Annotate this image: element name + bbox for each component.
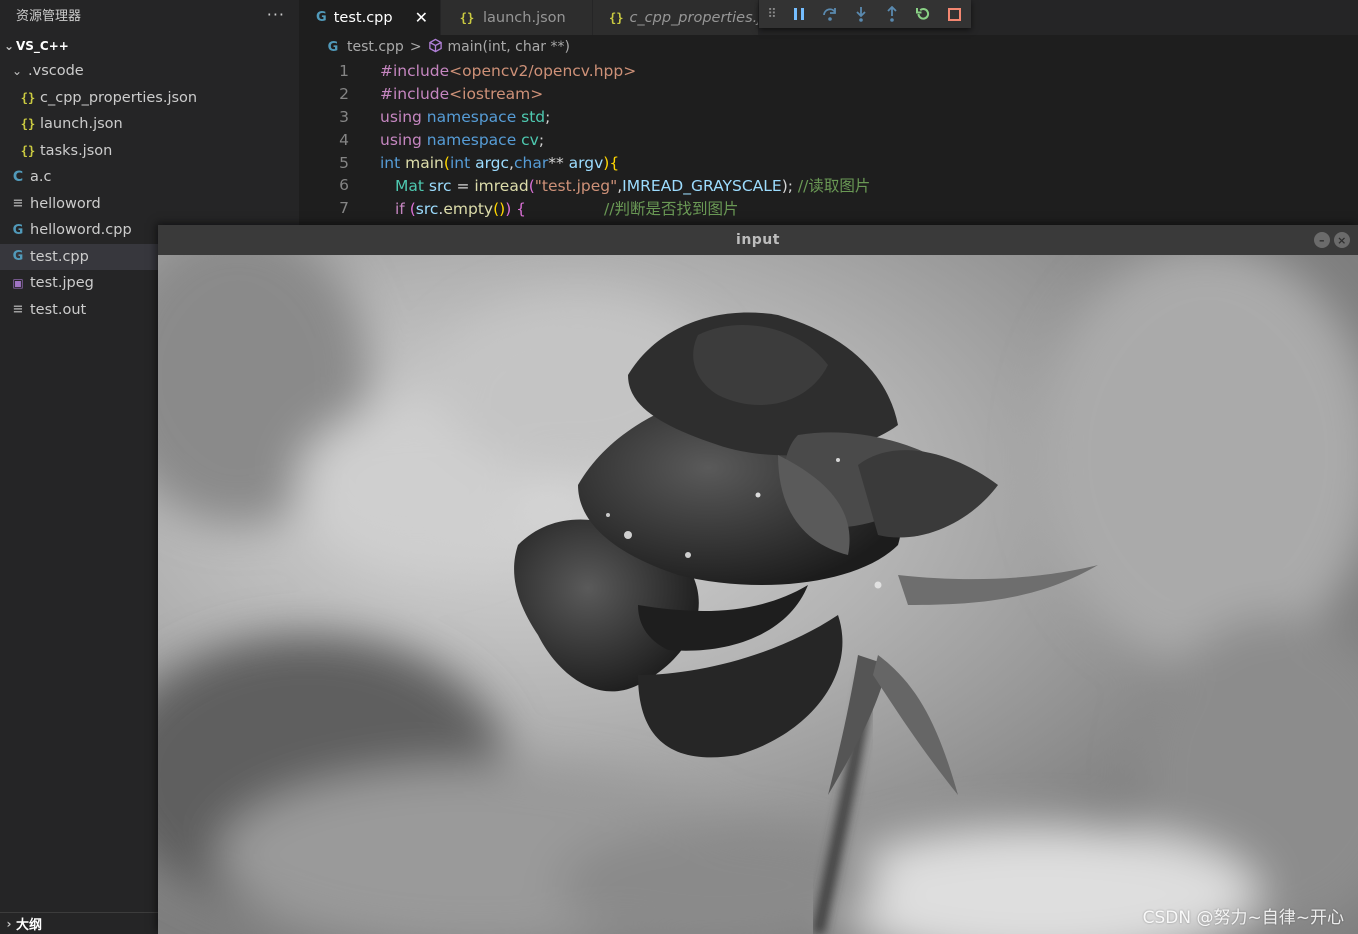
code-line: 2 #include<iostream> [299,83,1358,106]
code-line: 6 Mat src = imread("test.jpeg",IMREAD_GR… [299,174,1358,197]
code-line: 3 using namespace std; [299,106,1358,129]
tree-item-label: test.jpeg [30,275,94,292]
json-file-icon: {} [20,117,36,132]
tree-item-label: helloword.cpp [30,222,132,239]
breadcrumb: G test.cpp > main(int, char **) [299,35,1358,59]
json-file-icon: {} [609,10,624,25]
close-icon[interactable]: × [1334,232,1350,248]
code-text: int main(int argc,char** argv){ [380,153,620,172]
debug-toolbar: ⠿ [759,0,971,28]
cpp-file-icon: G [327,39,339,55]
tab-c-cpp-properties[interactable]: {} c_cpp_properties.json [593,0,759,35]
json-file-icon: {} [20,90,36,105]
tree-item-label: test.out [30,301,87,318]
more-actions-icon[interactable]: ··· [267,5,285,24]
step-into-icon[interactable] [852,5,870,23]
restart-icon[interactable] [914,5,932,23]
code-text: using namespace cv; [380,130,545,149]
csdn-watermark: CSDN @努力~自律~开心 [1142,908,1344,928]
drag-handle-icon[interactable]: ⠿ [767,5,777,23]
line-number: 5 [339,153,349,172]
cpp-file-icon: G [12,249,24,265]
tab-label: launch.json [483,9,566,26]
code-line: 1 #include<opencv2/opencv.hpp> [299,60,1358,83]
code-line: 7 if (src.empty()) {//判断是否找到图片 [299,197,1358,220]
code-text: if (src.empty()) {//判断是否找到图片 [395,200,739,219]
line-number: 7 [339,199,349,218]
chevron-down-icon: ⌄ [3,39,15,53]
breadcrumb-symbol[interactable]: main(int, char **) [448,39,570,55]
line-number: 2 [339,85,349,104]
outline-label: 大纲 [16,918,43,933]
code-line: 5 int main(int argc,char** argv){ [299,151,1358,174]
text-file-icon: ≡ [12,302,24,318]
pause-icon[interactable] [790,5,808,23]
breadcrumb-file[interactable]: test.cpp [347,39,404,55]
project-folder-header[interactable]: ⌄ VS_C++ [0,34,299,58]
tree-item-label: a.c [30,169,52,186]
code-line: 4 using namespace cv; [299,128,1358,151]
chevron-right-icon: › [6,916,12,931]
c-file-icon: C [12,169,24,186]
line-number: 4 [339,130,349,149]
line-number: 6 [339,176,349,195]
rose-photo-illustration [158,255,1358,934]
explorer-header: 资源管理器 ··· [0,0,299,28]
code-text: #include<iostream> [380,85,544,104]
opencv-image-window: input – × CSDN @努力~自律~开心 [158,225,1358,934]
window-titlebar[interactable]: input – × [158,225,1358,255]
text-file-icon: ≡ [12,196,24,212]
stop-icon[interactable] [945,5,963,23]
tab-launch-json[interactable]: {} launch.json [441,0,593,35]
tab-label: c_cpp_properties.json [629,9,758,26]
cpp-file-icon: G [316,10,327,25]
tree-item-helloword[interactable]: ≡ helloword [0,191,299,218]
method-symbol-icon [428,38,443,57]
tree-folder-label: .vscode [28,63,84,80]
tree-item-c-cpp-properties[interactable]: {} c_cpp_properties.json [0,85,299,112]
json-file-icon: {} [20,143,36,158]
cpp-file-icon: G [12,222,24,238]
line-number: 3 [339,107,349,126]
tree-item-launch-json[interactable]: {} launch.json [0,111,299,138]
project-name: VS_C++ [16,39,69,53]
tree-item-label: test.cpp [30,248,89,265]
close-icon[interactable]: ✕ [415,8,428,27]
grayscale-rose-image: CSDN @努力~自律~开心 [158,255,1358,934]
explorer-title: 资源管理器 [16,8,82,24]
tree-item-label: launch.json [40,116,123,133]
code-text: #include<opencv2/opencv.hpp> [380,62,637,81]
step-out-icon[interactable] [883,5,901,23]
tree-item-label: tasks.json [40,142,113,159]
line-number: 1 [339,62,349,81]
image-file-icon: ▣ [12,276,24,291]
tree-item-label: helloword [30,195,101,212]
code-editor[interactable]: 1 #include<opencv2/opencv.hpp> 2 #includ… [299,60,1358,230]
tab-test-cpp[interactable]: G test.cpp ✕ [299,0,441,35]
minimize-icon[interactable]: – [1314,232,1330,248]
code-text: using namespace std; [380,107,551,126]
tree-item-tasks-json[interactable]: {} tasks.json [0,138,299,165]
chevron-down-icon: ⌄ [11,64,23,79]
tree-folder-vscode[interactable]: ⌄ .vscode [0,58,299,85]
json-file-icon: {} [459,10,475,25]
window-title: input [736,232,780,248]
step-over-icon[interactable] [821,5,839,23]
tree-item-a-c[interactable]: C a.c [0,164,299,191]
code-text: Mat src = imread("test.jpeg",IMREAD_GRAY… [395,177,871,196]
window-controls: – × [1314,232,1350,248]
tab-label: test.cpp [333,9,393,26]
breadcrumb-separator: > [409,39,422,55]
tree-item-label: c_cpp_properties.json [40,89,198,106]
